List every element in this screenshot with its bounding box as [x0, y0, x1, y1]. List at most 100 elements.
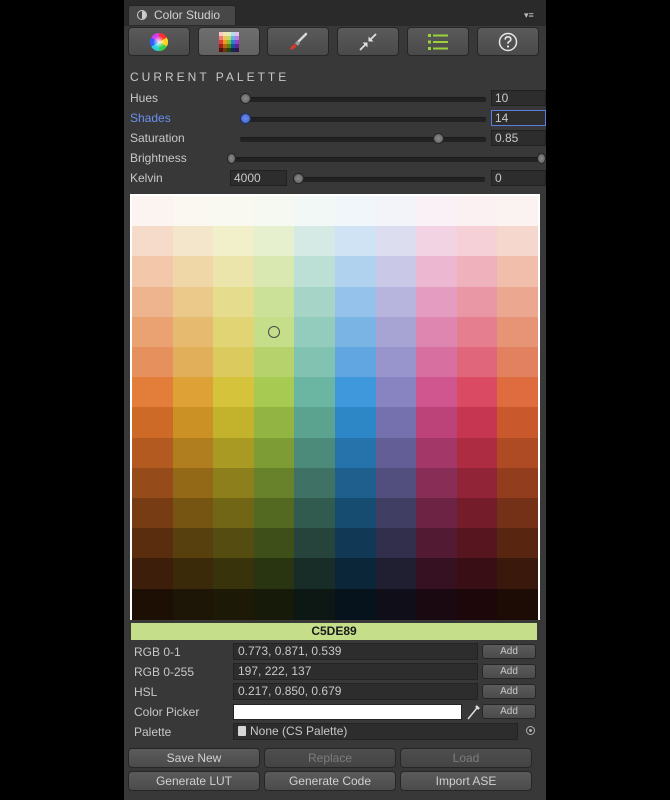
color-swatch[interactable] [172, 316, 214, 348]
hues-value-field[interactable]: 10 [491, 90, 546, 106]
color-swatch[interactable] [172, 407, 214, 439]
color-swatch[interactable] [213, 558, 255, 590]
color-swatch[interactable] [497, 528, 539, 560]
color-swatch[interactable] [456, 558, 498, 590]
color-wheel-button[interactable] [128, 27, 190, 56]
rgb255-field[interactable]: 197, 222, 137 [233, 663, 478, 680]
color-swatch[interactable] [132, 226, 173, 258]
color-picker-swatch[interactable] [233, 704, 462, 720]
brightness-min-thumb[interactable] [227, 153, 236, 164]
color-swatch[interactable] [213, 347, 255, 378]
color-swatch[interactable] [253, 498, 295, 529]
color-swatch[interactable] [132, 256, 173, 288]
color-swatch[interactable] [375, 467, 417, 499]
saturation-slider-thumb[interactable] [433, 133, 444, 144]
color-swatch[interactable] [335, 588, 376, 620]
color-swatch[interactable] [253, 256, 295, 288]
generate-lut-button[interactable]: Generate LUT [128, 771, 260, 791]
color-swatch[interactable] [375, 256, 417, 288]
color-swatch[interactable] [213, 407, 255, 439]
color-swatch[interactable] [335, 347, 376, 378]
color-swatch[interactable] [213, 437, 255, 469]
color-swatch[interactable] [213, 528, 255, 560]
color-swatch[interactable] [497, 588, 539, 620]
color-swatch[interactable] [335, 316, 376, 348]
shades-slider-track[interactable] [240, 117, 486, 122]
rgb255-add-button[interactable]: Add [482, 664, 536, 679]
color-swatch[interactable] [416, 588, 458, 620]
color-swatch[interactable] [335, 286, 376, 318]
brightness-range-track[interactable] [232, 157, 544, 162]
color-swatch[interactable] [375, 316, 417, 348]
eyedropper-icon[interactable] [466, 704, 480, 720]
color-swatch[interactable] [416, 528, 458, 560]
color-swatch[interactable] [335, 377, 376, 409]
color-swatch[interactable] [132, 437, 173, 469]
color-swatch[interactable] [253, 377, 295, 409]
color-picker-add-button[interactable]: Add [482, 704, 536, 719]
color-swatch[interactable] [294, 528, 336, 560]
color-swatch[interactable] [335, 407, 376, 439]
color-swatch[interactable] [172, 498, 214, 529]
color-swatch[interactable] [375, 196, 417, 227]
color-swatch[interactable] [456, 286, 498, 318]
color-swatch[interactable] [416, 467, 458, 499]
color-swatch[interactable] [497, 226, 539, 258]
color-swatch[interactable] [416, 407, 458, 439]
color-swatch[interactable] [294, 226, 336, 258]
color-swatch[interactable] [172, 558, 214, 590]
color-swatch[interactable] [497, 256, 539, 288]
brightness-max-thumb[interactable] [537, 153, 546, 164]
color-swatch[interactable] [456, 437, 498, 469]
color-swatch[interactable] [335, 498, 376, 529]
hues-slider-thumb[interactable] [240, 93, 251, 104]
color-swatch[interactable] [213, 316, 255, 348]
color-swatch[interactable] [132, 196, 173, 227]
color-swatch[interactable] [253, 407, 295, 439]
color-swatch[interactable] [294, 437, 336, 469]
saturation-value-field[interactable]: 0.85 [491, 130, 546, 146]
palette-grid-button[interactable] [198, 27, 260, 56]
color-swatch[interactable] [294, 347, 336, 378]
kelvin-min-field[interactable]: 4000 [230, 170, 287, 186]
color-swatch[interactable] [213, 377, 255, 409]
color-swatch[interactable] [132, 558, 173, 590]
color-swatch[interactable] [132, 407, 173, 439]
color-swatch[interactable] [294, 256, 336, 288]
color-swatch[interactable] [416, 286, 458, 318]
saturation-slider-track[interactable] [240, 137, 486, 142]
color-swatch[interactable] [172, 286, 214, 318]
color-swatch[interactable] [416, 377, 458, 409]
object-picker-icon[interactable] [526, 726, 535, 735]
color-swatch[interactable] [335, 437, 376, 469]
color-swatch[interactable] [375, 286, 417, 318]
color-swatch[interactable] [253, 347, 295, 378]
color-swatch[interactable] [416, 316, 458, 348]
color-swatch[interactable] [132, 347, 173, 378]
color-swatch[interactable] [294, 588, 336, 620]
color-swatch[interactable] [375, 347, 417, 378]
kelvin-value-field[interactable]: 0 [491, 170, 546, 186]
palette-object-field[interactable]: None (CS Palette) [233, 723, 518, 740]
color-swatch[interactable] [497, 347, 539, 378]
color-swatch[interactable] [132, 528, 173, 560]
color-swatch[interactable] [375, 558, 417, 590]
color-swatch[interactable] [497, 196, 539, 227]
color-swatch[interactable] [375, 528, 417, 560]
color-swatch[interactable] [172, 377, 214, 409]
color-swatch[interactable] [335, 196, 376, 227]
color-swatch[interactable] [132, 316, 173, 348]
color-swatch[interactable] [416, 347, 458, 378]
color-swatch[interactable] [335, 467, 376, 499]
color-swatch[interactable] [456, 467, 498, 499]
color-swatch[interactable] [456, 588, 498, 620]
color-swatch[interactable] [497, 407, 539, 439]
import-ase-button[interactable]: Import ASE [400, 771, 532, 791]
color-swatch[interactable] [416, 558, 458, 590]
color-swatch[interactable] [456, 407, 498, 439]
color-swatch[interactable] [213, 196, 255, 227]
color-swatch[interactable] [456, 347, 498, 378]
hsl-field[interactable]: 0.217, 0.850, 0.679 [233, 683, 478, 700]
color-swatch[interactable] [253, 437, 295, 469]
color-swatch[interactable] [172, 588, 214, 620]
